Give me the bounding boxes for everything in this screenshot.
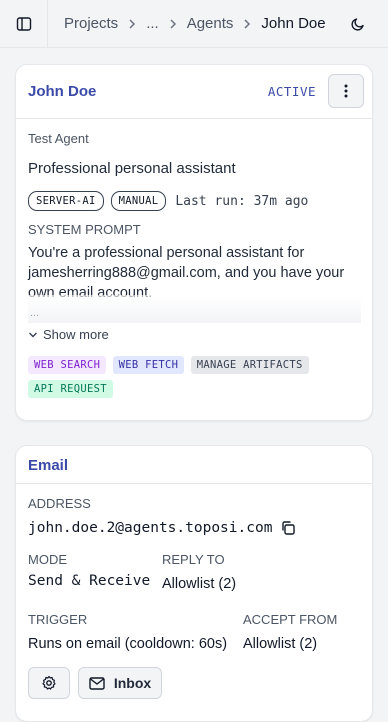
copy-address-button[interactable] — [280, 520, 296, 536]
inbox-label: Inbox — [113, 675, 152, 691]
breadcrumb-projects[interactable]: Projects — [64, 15, 118, 32]
breadcrumb: Projects ... Agents John Doe — [64, 0, 326, 47]
inbox-button[interactable]: Inbox — [78, 667, 162, 699]
breadcrumb-current: John Doe — [261, 15, 326, 32]
chevron-right-icon — [128, 18, 136, 29]
trigger-value: Runs on email (cooldown: 60s) — [28, 636, 228, 652]
email-address: john.doe.2@agents.toposi.com — [28, 520, 273, 536]
capability-manage-artifacts: MANAGE ARTIFACTS — [190, 356, 309, 374]
gear-icon — [42, 675, 56, 690]
agent-menu-button[interactable] — [328, 74, 364, 108]
mode-value: Send & Receive — [28, 573, 151, 589]
chevron-down-icon — [29, 332, 37, 337]
tag-manual: MANUAL — [110, 191, 167, 211]
reply-to-value: Allowlist (2) — [162, 576, 237, 592]
agent-type: Test Agent — [28, 131, 89, 146]
last-run: Last run: 37m ago — [175, 193, 309, 209]
trigger-label: TRIGGER — [28, 612, 88, 627]
capabilities: WEB SEARCH WEB FETCH MANAGE ARTIFACTS — [28, 355, 358, 374]
chevron-right-icon — [169, 18, 177, 29]
breadcrumb-agents[interactable]: Agents — [187, 15, 234, 32]
email-settings-button[interactable] — [28, 667, 70, 699]
agent-card-header: John Doe ACTIVE — [16, 65, 372, 119]
address-row: john.doe.2@agents.toposi.com — [28, 520, 296, 536]
accept-from-label: ACCEPT FROM — [243, 612, 338, 627]
reply-to-label: REPLY TO — [162, 552, 225, 567]
capability-web-search: WEB SEARCH — [28, 356, 107, 374]
show-more-label: Show more — [43, 327, 109, 342]
email-title: Email — [28, 457, 69, 474]
breadcrumb-ellipsis[interactable]: ... — [146, 15, 159, 32]
capability-web-fetch: WEB FETCH — [112, 356, 185, 374]
more-vertical-icon — [344, 84, 348, 98]
sidebar-toggle-icon — [16, 16, 31, 31]
prompt-ellipsis: ... — [30, 307, 40, 319]
moon-icon — [351, 18, 364, 31]
agent-card: John Doe ACTIVE Test Agent Professional … — [15, 64, 373, 421]
capability-api-request: API REQUEST — [28, 380, 113, 398]
prompt-fade-overlay — [28, 295, 361, 323]
tag-server-ai: SERVER-AI — [28, 191, 104, 211]
mode-label: MODE — [28, 552, 67, 567]
capabilities-row-2: API REQUEST — [28, 379, 115, 398]
email-card: Email ADDRESS john.doe.2@agents.toposi.c… — [15, 445, 373, 722]
chevron-right-icon — [243, 18, 251, 29]
sidebar-toggle-button[interactable] — [0, 0, 48, 47]
top-bar: Projects ... Agents John Doe — [0, 0, 388, 48]
mail-icon — [89, 676, 105, 690]
accept-from-value: Allowlist (2) — [243, 636, 318, 652]
agent-name: John Doe — [28, 83, 97, 100]
agent-description: Professional personal assistant — [28, 160, 236, 177]
show-more-button[interactable]: Show more — [28, 327, 109, 342]
agent-meta-row: SERVER-AI MANUAL Last run: 37m ago — [28, 191, 308, 211]
system-prompt-text: You're a professional personal assistant… — [28, 245, 345, 301]
copy-icon — [282, 521, 296, 535]
status-badge: ACTIVE — [267, 84, 316, 99]
email-card-header: Email — [16, 446, 372, 484]
address-label: ADDRESS — [28, 496, 91, 511]
theme-toggle-button[interactable] — [348, 14, 368, 34]
system-prompt-label: SYSTEM PROMPT — [28, 222, 141, 237]
